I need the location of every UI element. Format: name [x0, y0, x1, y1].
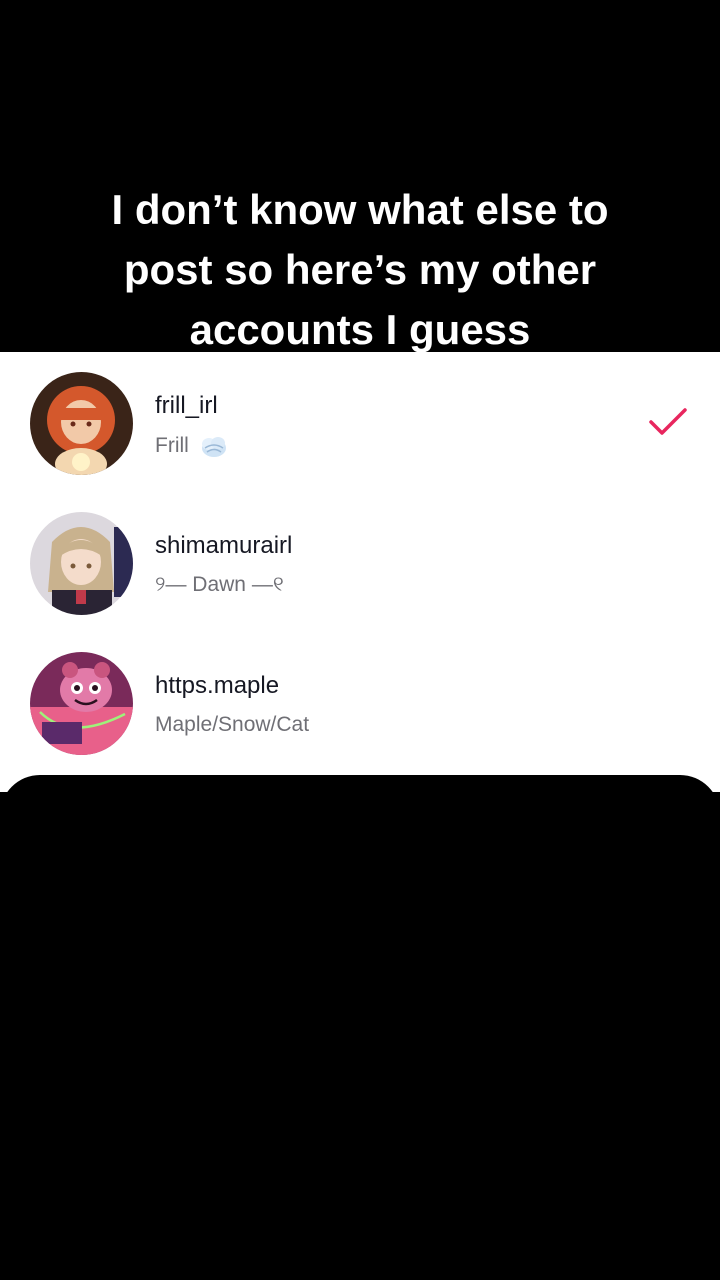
selected-check-icon: [649, 408, 687, 435]
account-display-name: ୨— Dawn —୧: [155, 573, 284, 597]
account-username: https.maple: [155, 672, 280, 699]
anime-girl-blonde-hair-avatar: [30, 512, 133, 615]
account-row-https-maple[interactable]: https.maple Maple/Snow/Cat: [0, 632, 720, 772]
overlay-caption: I don’t know what else to post so here’s…: [40, 180, 680, 360]
account-row-shimamurairl[interactable]: shimamurairl ୨— Dawn —୧: [0, 492, 720, 632]
account-username: shimamurairl: [155, 532, 293, 559]
anime-girl-orange-hair-avatar: [30, 372, 133, 475]
avatar: [30, 372, 133, 475]
display-name-text: ୨— Dawn —୧: [155, 573, 284, 596]
avatar: [30, 652, 133, 755]
pink-character-avatar: [30, 652, 133, 755]
account-username: frill_irl: [155, 392, 218, 419]
display-name-text: Frill: [155, 434, 189, 457]
caption-line-1: I don’t know what else to: [111, 186, 609, 233]
account-display-name: Maple/Snow/Cat: [155, 713, 309, 737]
avatar: [30, 512, 133, 615]
bottom-black-area: [0, 775, 720, 1280]
caption-line-2: post so here’s my other: [123, 246, 597, 293]
display-name-text: Maple/Snow/Cat: [155, 713, 310, 736]
account-switcher-sheet: frill_irl Frill shimamurairl ୨— Dawn —୧ …: [0, 352, 720, 792]
cloud-icon: [201, 437, 226, 457]
account-row-frill-irl[interactable]: frill_irl Frill: [0, 352, 720, 492]
video-frame: I don’t know what else to post so here’s…: [0, 0, 720, 1280]
account-display-name: Frill: [155, 433, 229, 459]
caption-line-3: accounts I guess: [189, 306, 531, 353]
